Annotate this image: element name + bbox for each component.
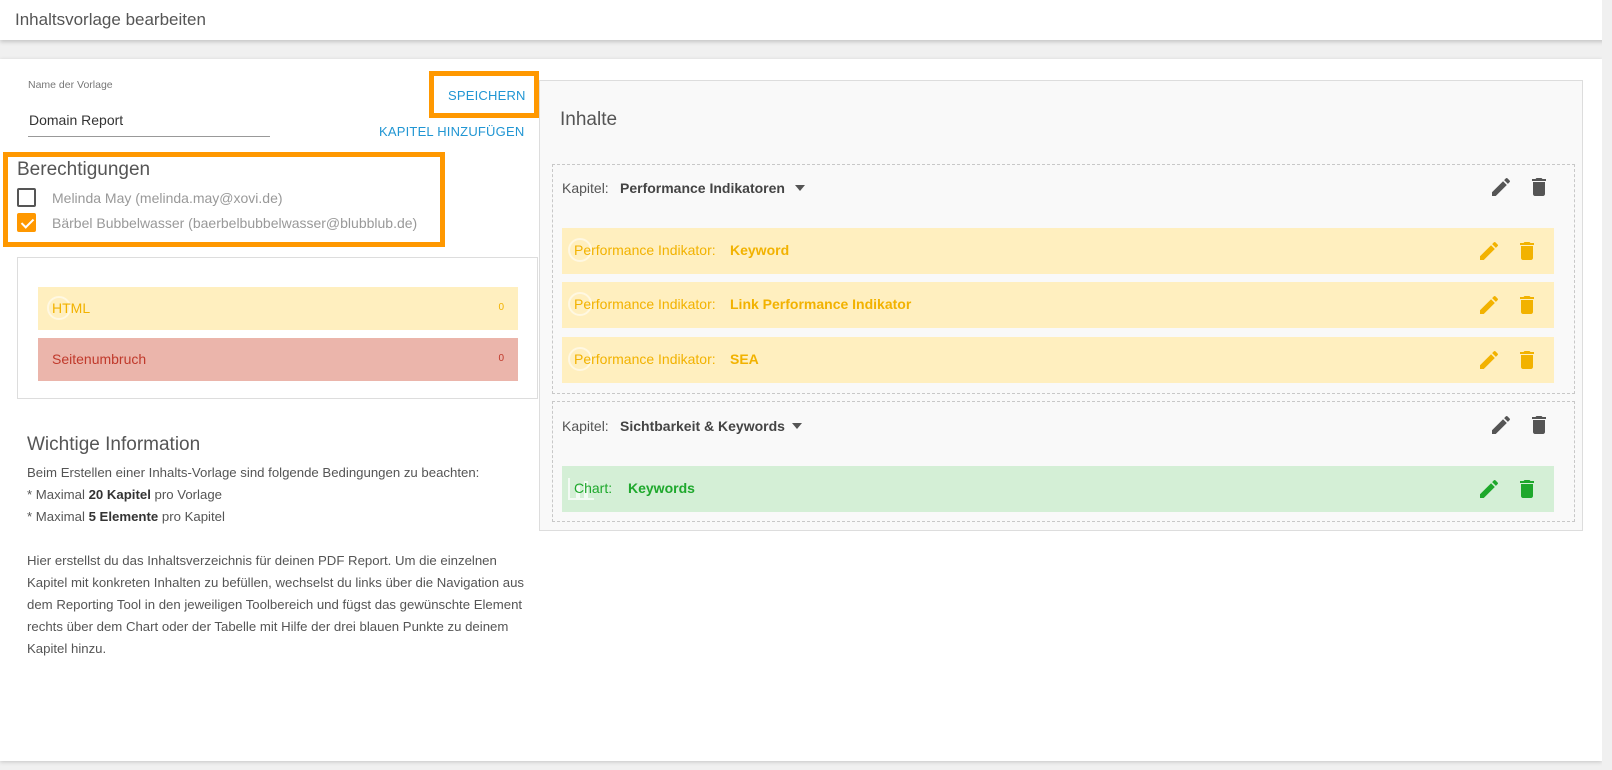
pencil-icon[interactable]	[1489, 413, 1513, 437]
info-title: Wichtige Information	[27, 434, 201, 455]
element-page-break-label: Seitenumbruch	[52, 351, 147, 367]
element-html-label: HTML	[52, 300, 91, 316]
pencil-icon[interactable]	[1477, 239, 1501, 263]
element-html-count: 0	[498, 302, 504, 313]
add-chapter-button[interactable]: KAPITEL HINZUFÜGEN	[379, 124, 524, 139]
chapter-1-item-1[interactable]: Performance Indikator: Keyword	[562, 228, 1554, 274]
info-rule-1: * Maximal 20 Kapitel pro Vorlage	[27, 487, 222, 502]
trash-icon[interactable]	[1515, 348, 1539, 372]
template-name-label: Name der Vorlage	[28, 79, 113, 91]
permission-label-baerbel: Bärbel Bubbelwasser (baerbelbubbelwasser…	[52, 215, 418, 231]
item-value: Keywords	[628, 480, 695, 496]
item-value: Keyword	[730, 242, 790, 258]
contents-title: Inhalte	[560, 109, 618, 130]
item-value: Link Performance Indikator	[730, 296, 912, 312]
page-title: Inhaltsvorlage bearbeiten	[15, 10, 206, 29]
caret-down-icon[interactable]	[795, 185, 805, 191]
element-html[interactable]: HTML 0	[38, 287, 518, 330]
permission-checkbox-baerbel[interactable]	[17, 213, 36, 232]
top-bar: Inhaltsvorlage bearbeiten	[0, 0, 1612, 40]
element-page-break[interactable]: Seitenumbruch 0	[38, 338, 518, 381]
trash-icon[interactable]	[1515, 293, 1539, 317]
item-label: Performance Indikator:	[574, 242, 716, 258]
chapter-1-item-3[interactable]: Performance Indikator: SEA	[562, 337, 1554, 383]
trash-icon[interactable]	[1527, 413, 1551, 437]
info-intro: Beim Erstellen einer Inhalts-Vorlage sin…	[27, 465, 480, 480]
chapter-2-item-1[interactable]: Chart: Keywords	[562, 466, 1554, 512]
template-name-input[interactable]	[28, 103, 270, 137]
chapter-1-name: Performance Indikatoren	[620, 180, 785, 196]
item-label: Chart:	[574, 480, 613, 496]
caret-down-icon[interactable]	[792, 423, 802, 429]
trash-icon[interactable]	[1515, 477, 1539, 501]
save-button[interactable]: SPEICHERN	[448, 88, 526, 103]
chapter-2-label: Kapitel:	[562, 418, 609, 434]
trash-icon[interactable]	[1527, 175, 1551, 199]
info-rule-2: * Maximal 5 Elemente pro Kapitel	[27, 509, 225, 524]
permissions-title: Berechtigungen	[17, 159, 151, 180]
item-label: Performance Indikator:	[574, 351, 716, 367]
info-body: Hier erstellst du das Inhaltsverzeichnis…	[27, 553, 525, 656]
permission-checkbox-melinda[interactable]	[17, 188, 36, 207]
chapter-1-item-2[interactable]: Performance Indikator: Link Performance …	[562, 282, 1554, 328]
scrollbar[interactable]	[1602, 0, 1612, 770]
pencil-icon[interactable]	[1477, 293, 1501, 317]
item-label: Performance Indikator:	[574, 296, 716, 312]
info-text: Beim Erstellen einer Inhalts-Vorlage sin…	[27, 462, 537, 660]
chapter-2-name: Sichtbarkeit & Keywords	[620, 418, 785, 434]
item-value: SEA	[730, 351, 759, 367]
trash-icon[interactable]	[1515, 239, 1539, 263]
chapter-1-label: Kapitel:	[562, 180, 609, 196]
pencil-icon[interactable]	[1477, 348, 1501, 372]
element-page-break-count: 0	[498, 353, 504, 364]
pencil-icon[interactable]	[1489, 175, 1513, 199]
permission-label-melinda: Melinda May (melinda.may@xovi.de)	[52, 190, 283, 206]
pencil-icon[interactable]	[1477, 477, 1501, 501]
